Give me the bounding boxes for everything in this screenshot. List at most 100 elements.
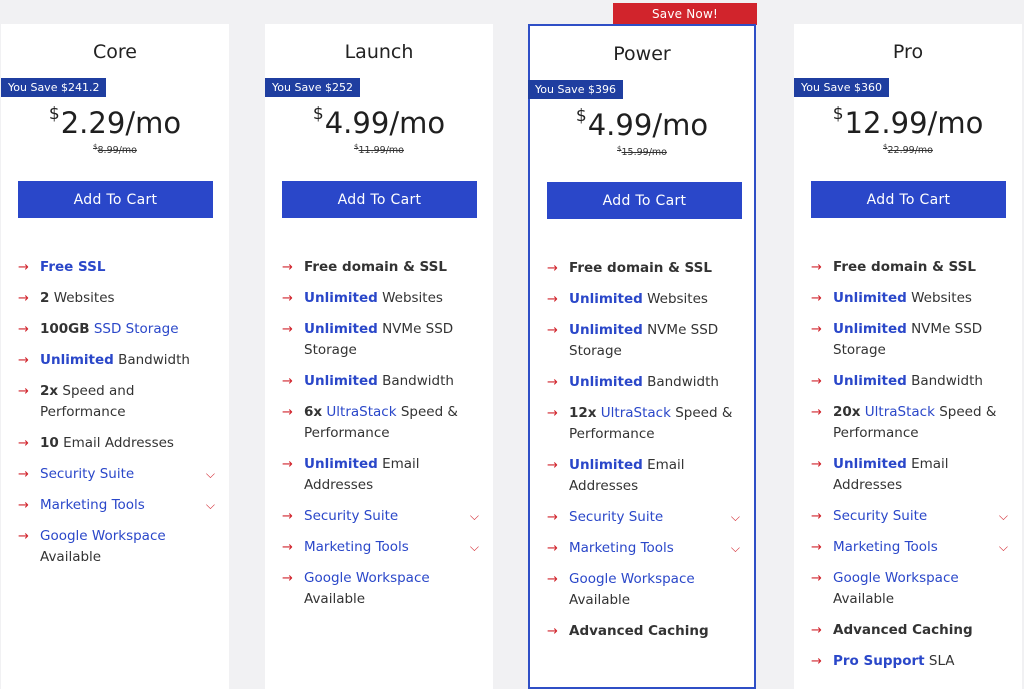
- feature-link[interactable]: Marketing Tools: [40, 497, 145, 513]
- feature-item[interactable]: → 6x UltraStack Speed & Performance: [282, 402, 479, 444]
- feature-link[interactable]: Security Suite: [569, 509, 663, 525]
- arrow-right-icon: →: [547, 292, 558, 307]
- feature-item[interactable]: → Google Workspace Available: [18, 526, 215, 568]
- feature-link[interactable]: Security Suite: [304, 508, 398, 524]
- arrow-right-icon: →: [18, 529, 29, 544]
- add-to-cart-button[interactable]: Add To Cart: [18, 181, 213, 218]
- add-to-cart-button[interactable]: Add To Cart: [547, 182, 742, 219]
- feature-item[interactable]: → Google Workspace Available: [811, 568, 1008, 610]
- price-period: /mo: [389, 106, 446, 140]
- feature-highlight: Unlimited: [833, 290, 907, 306]
- plan-card-pro: Pro You Save $360 $12.99/mo $22.99/mo Ad…: [794, 24, 1022, 689]
- arrow-right-icon: →: [547, 624, 558, 639]
- feature-list: → Free domain & SSL → Unlimited Websites → Un…: [811, 257, 1008, 682]
- feature-link[interactable]: Security Suite: [40, 466, 134, 482]
- arrow-right-icon: →: [811, 540, 822, 555]
- feature-item[interactable]: → Google Workspace Available: [547, 569, 740, 611]
- add-to-cart-button[interactable]: Add To Cart: [282, 181, 477, 218]
- feature-item: → Unlimited Websites: [547, 289, 740, 310]
- feature-item: → Free domain & SSL: [547, 258, 740, 279]
- feature-text: SLA: [924, 653, 955, 669]
- feature-link[interactable]: Google Workspace: [833, 570, 959, 586]
- feature-item: → Unlimited Bandwidth: [547, 372, 740, 393]
- currency-symbol: $: [48, 104, 60, 124]
- feature-item[interactable]: → Security Suite ⌵: [282, 506, 479, 527]
- feature-item[interactable]: → 100GB SSD Storage: [18, 319, 215, 340]
- feature-item[interactable]: → Google Workspace Available: [282, 568, 479, 610]
- price-value: 4.99: [587, 108, 653, 142]
- arrow-right-icon: →: [811, 322, 822, 337]
- feature-text: Websites: [906, 290, 972, 306]
- chevron-down-icon[interactable]: ⌵: [731, 507, 740, 528]
- feature-item[interactable]: → 12x UltraStack Speed & Performance: [547, 403, 740, 445]
- feature-item: → Free domain & SSL: [282, 257, 479, 278]
- feature-link[interactable]: SSD Storage: [90, 321, 179, 337]
- feature-item: → Unlimited Email Addresses: [811, 454, 1008, 496]
- add-to-cart-button[interactable]: Add To Cart: [811, 181, 1006, 218]
- feature-item: → Unlimited Bandwidth: [282, 371, 479, 392]
- arrow-right-icon: →: [282, 322, 293, 337]
- chevron-down-icon[interactable]: ⌵: [999, 537, 1008, 558]
- feature-highlight: 2x: [40, 383, 59, 399]
- savings-tag: You Save $241.2: [1, 78, 107, 97]
- feature-link[interactable]: Marketing Tools: [833, 539, 938, 555]
- feature-link[interactable]: Marketing Tools: [304, 539, 409, 555]
- feature-highlight: 20x: [833, 404, 861, 420]
- feature-text: Available: [833, 591, 895, 607]
- arrow-right-icon: →: [18, 260, 29, 275]
- feature-link[interactable]: Google Workspace: [40, 528, 166, 544]
- feature-text: Websites: [49, 290, 115, 306]
- feature-highlight: Free SSL: [40, 259, 106, 275]
- old-price: $11.99/mo: [265, 143, 493, 156]
- chevron-down-icon[interactable]: ⌵: [470, 537, 479, 558]
- chevron-down-icon[interactable]: ⌵: [470, 506, 479, 527]
- chevron-down-icon[interactable]: ⌵: [206, 495, 215, 516]
- arrow-right-icon: →: [811, 374, 822, 389]
- price: $4.99/mo: [530, 108, 754, 140]
- feature-link[interactable]: Marketing Tools: [569, 540, 674, 556]
- feature-link[interactable]: UltraStack: [597, 405, 671, 421]
- arrow-right-icon: →: [811, 623, 822, 638]
- feature-item[interactable]: → Marketing Tools ⌵: [282, 537, 479, 558]
- arrow-right-icon: →: [547, 261, 558, 276]
- arrow-right-icon: →: [547, 541, 558, 556]
- feature-link[interactable]: UltraStack: [861, 404, 935, 420]
- feature-item: → Unlimited Email Addresses: [282, 454, 479, 496]
- feature-item: → Free domain & SSL: [811, 257, 1008, 278]
- old-price-value: 15.99/mo: [621, 147, 667, 159]
- savings-tag: You Save $396: [528, 80, 623, 99]
- feature-list: → Free domain & SSL → Unlimited Websites → Un…: [547, 258, 740, 652]
- arrow-right-icon: →: [547, 406, 558, 421]
- arrow-right-icon: →: [547, 323, 558, 338]
- feature-item[interactable]: → Marketing Tools ⌵: [811, 537, 1008, 558]
- feature-link[interactable]: Security Suite: [833, 508, 927, 524]
- feature-item[interactable]: → Marketing Tools ⌵: [547, 538, 740, 559]
- chevron-down-icon[interactable]: ⌵: [999, 506, 1008, 527]
- feature-list: → Free SSL → 2 Websites → 100GB SSD Storage → U…: [18, 257, 215, 578]
- arrow-right-icon: →: [18, 436, 29, 451]
- feature-item[interactable]: → 20x UltraStack Speed & Performance: [811, 402, 1008, 444]
- feature-highlight: Pro Support: [833, 653, 925, 669]
- feature-link[interactable]: Google Workspace: [304, 570, 430, 586]
- arrow-right-icon: →: [18, 291, 29, 306]
- price: $12.99/mo: [794, 106, 1022, 138]
- price: $4.99/mo: [265, 106, 493, 138]
- arrow-right-icon: →: [547, 510, 558, 525]
- feature-item[interactable]: → Security Suite ⌵: [547, 507, 740, 528]
- chevron-down-icon[interactable]: ⌵: [206, 464, 215, 485]
- feature-item: → Unlimited NVMe SSD Storage: [811, 319, 1008, 361]
- arrow-right-icon: →: [811, 291, 822, 306]
- feature-item: → Unlimited Bandwidth: [811, 371, 1008, 392]
- feature-link[interactable]: UltraStack: [322, 404, 396, 420]
- feature-item: → Free SSL: [18, 257, 215, 278]
- currency-symbol: $: [832, 104, 844, 124]
- chevron-down-icon[interactable]: ⌵: [731, 538, 740, 559]
- feature-item[interactable]: → Security Suite ⌵: [18, 464, 215, 485]
- feature-item[interactable]: → Marketing Tools ⌵: [18, 495, 215, 516]
- feature-highlight: Advanced Caching: [569, 623, 709, 639]
- feature-highlight: Unlimited: [304, 290, 378, 306]
- feature-item[interactable]: → Security Suite ⌵: [811, 506, 1008, 527]
- feature-link[interactable]: Google Workspace: [569, 571, 695, 587]
- feature-text: Bandwidth: [642, 374, 719, 390]
- feature-highlight: Unlimited: [569, 322, 643, 338]
